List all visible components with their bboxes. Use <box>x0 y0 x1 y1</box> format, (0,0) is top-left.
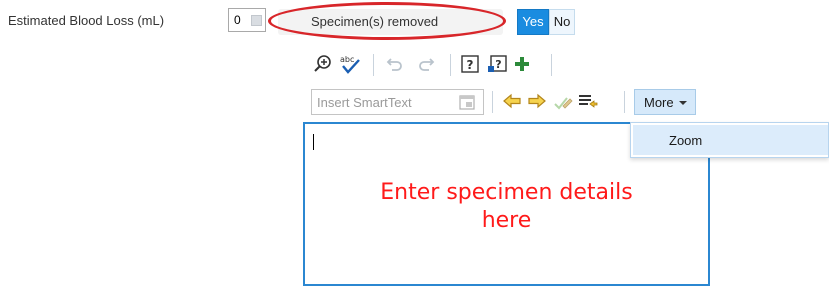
svg-text:?: ? <box>495 58 501 71</box>
toolbar-separator <box>624 91 625 113</box>
list-forward-icon[interactable] <box>578 93 598 115</box>
toolbar-separator <box>450 54 451 76</box>
toolbar-separator <box>373 54 374 76</box>
edit-check-icon[interactable] <box>553 93 573 116</box>
svg-text:abc: abc <box>340 55 354 64</box>
insert-smarttext-placeholder: Insert SmartText <box>317 95 412 110</box>
spellcheck-icon[interactable]: abc <box>338 53 362 80</box>
annotation-text: Enter specimen details here <box>380 180 633 233</box>
clear-icon[interactable] <box>251 15 262 26</box>
insert-smarttext-field[interactable]: Insert SmartText <box>311 89 484 115</box>
caret-down-icon <box>679 101 687 105</box>
more-label: More <box>644 95 674 110</box>
more-dropdown-menu: Zoom <box>630 122 829 158</box>
toolbar-separator <box>551 54 552 76</box>
smartlist-icon[interactable] <box>459 95 475 113</box>
yes-button[interactable]: Yes <box>517 9 549 35</box>
svg-text:?: ? <box>467 58 474 72</box>
toolbar-separator <box>492 91 493 113</box>
prev-arrow-icon[interactable] <box>502 93 522 114</box>
ebl-value: 0 <box>234 13 241 27</box>
ebl-input[interactable]: 0 <box>228 8 266 32</box>
next-arrow-icon[interactable] <box>527 93 547 114</box>
add-icon[interactable] <box>513 55 531 78</box>
annotation-ellipse <box>268 2 506 40</box>
ebl-label: Estimated Blood Loss (mL) <box>8 13 165 28</box>
help-icon[interactable]: ? <box>461 55 479 78</box>
zoom-in-icon[interactable] <box>313 54 333 79</box>
redo-icon[interactable] <box>417 55 435 78</box>
no-button[interactable]: No <box>549 9 575 35</box>
more-button[interactable]: More <box>634 89 696 115</box>
text-cursor <box>313 134 314 150</box>
undo-icon[interactable] <box>386 55 404 78</box>
menu-item-zoom[interactable]: Zoom <box>633 125 828 155</box>
smart-help-icon[interactable]: ? <box>487 54 507 79</box>
